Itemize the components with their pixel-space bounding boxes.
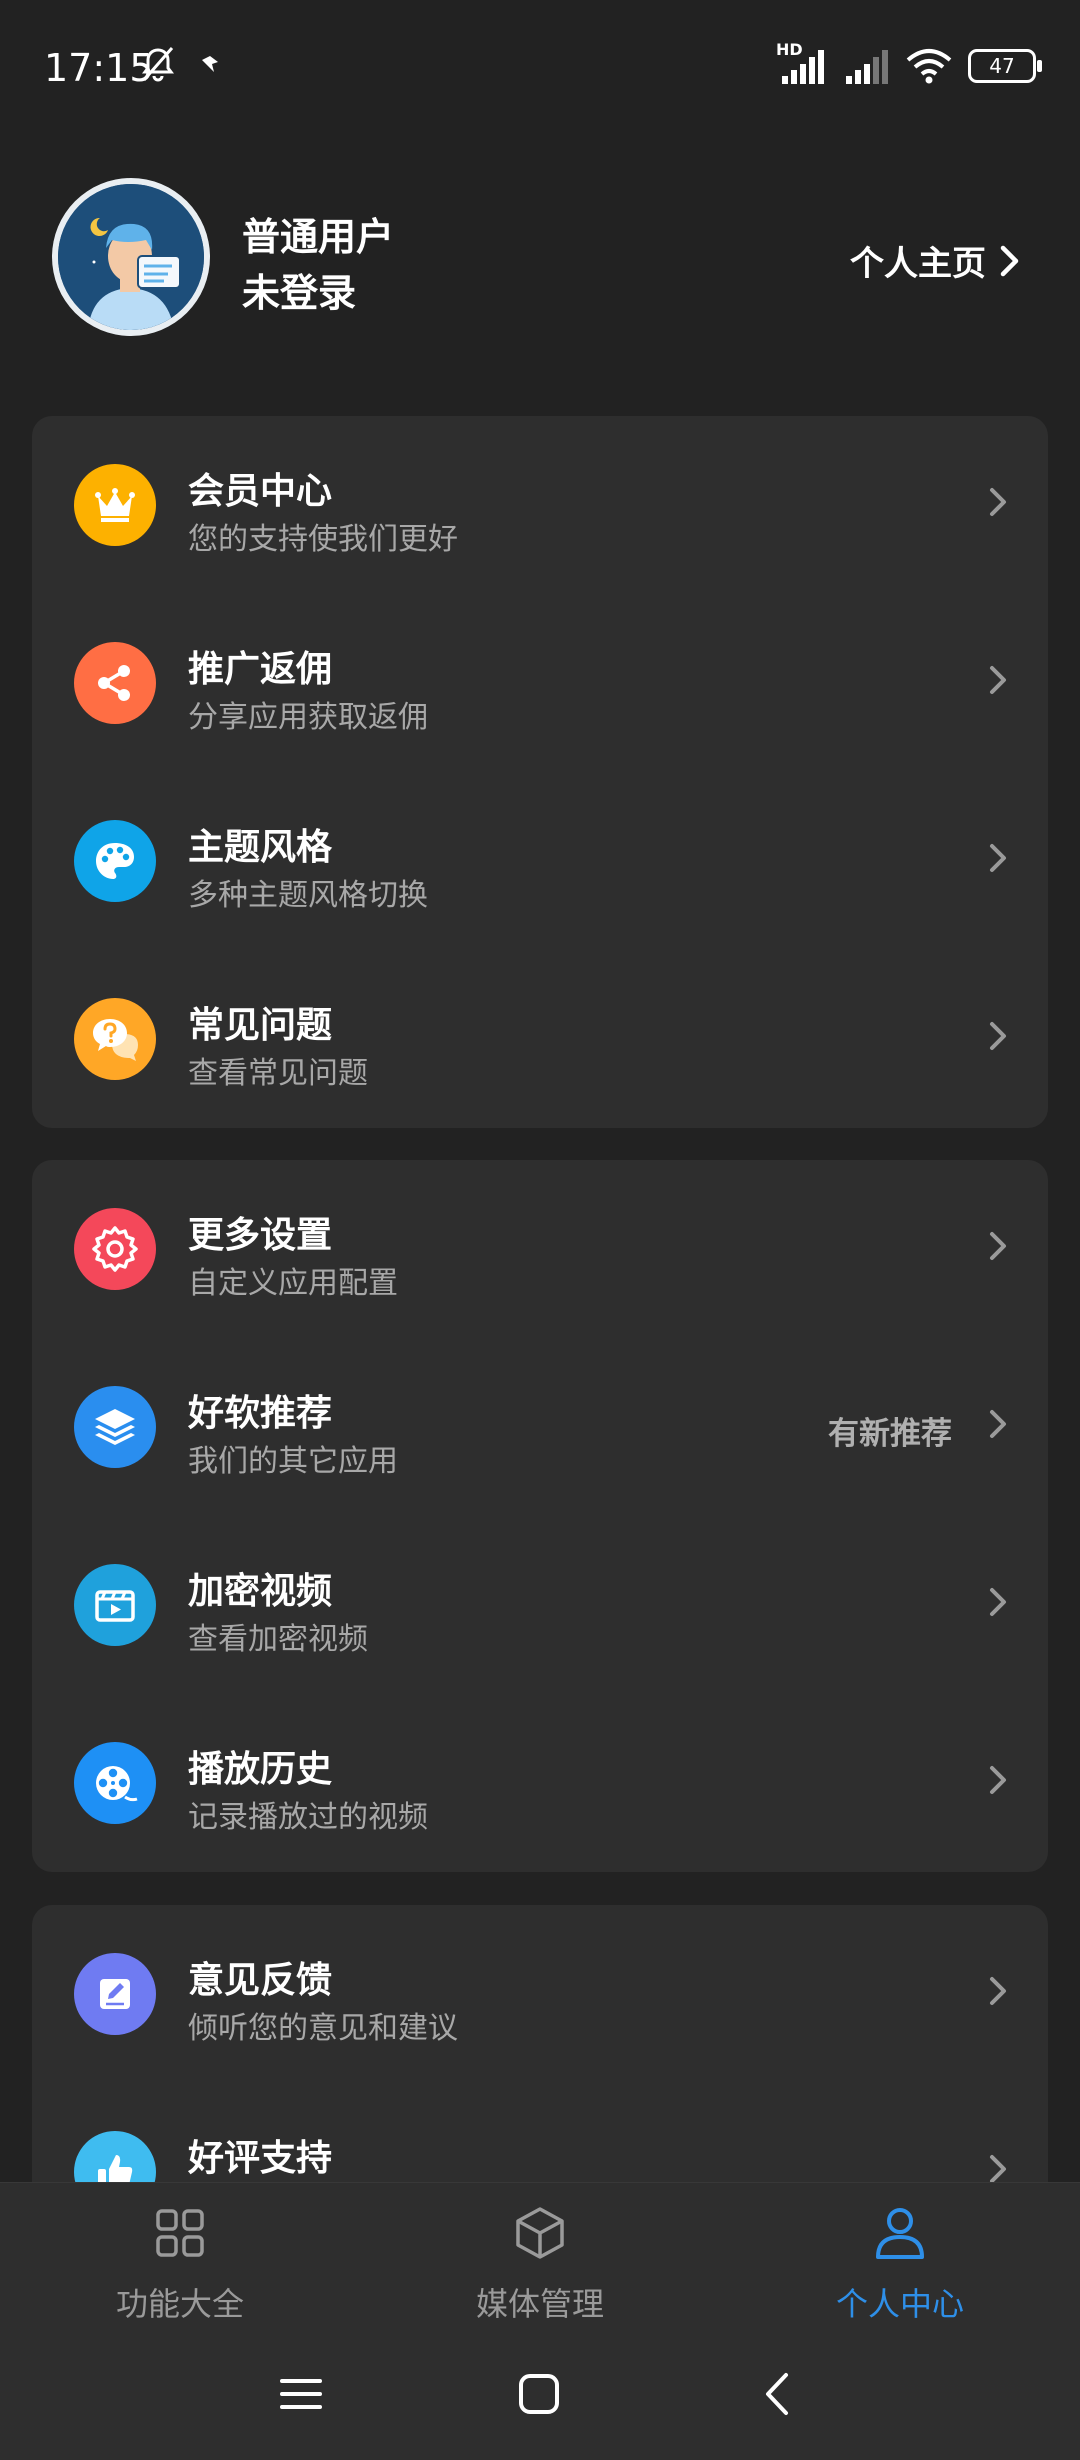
back-icon[interactable] bbox=[756, 2371, 802, 2417]
menu-item-play-history[interactable]: 播放历史 记录播放过的视频 bbox=[32, 1694, 1048, 1872]
chevron-right-icon bbox=[990, 1232, 1006, 1260]
menu-item-title: 意见反馈 bbox=[188, 1960, 333, 2001]
menu-item-subtitle: 查看常见问题 bbox=[188, 1056, 368, 1091]
menu-item-title: 主题风格 bbox=[188, 827, 333, 868]
menu-item-subtitle: 自定义应用配置 bbox=[188, 1266, 398, 1301]
tab-label: 个人中心 bbox=[835, 2285, 964, 2323]
status-right-icons: HD 47 bbox=[776, 40, 1042, 86]
menu-item-subtitle: 我们的其它应用 bbox=[188, 1444, 398, 1479]
person-icon bbox=[876, 2208, 924, 2259]
menu-item-title: 常见问题 bbox=[188, 1005, 333, 1046]
menu-item-theme[interactable]: 主题风格 多种主题风格切换 bbox=[32, 772, 1048, 950]
signal-1-icon: HD bbox=[776, 40, 826, 86]
menu-item-recommended-apps[interactable]: 好软推荐 我们的其它应用 有新推荐 bbox=[32, 1338, 1048, 1516]
question-bubble-icon-circle bbox=[74, 998, 156, 1080]
tab-profile[interactable]: 个人中心 bbox=[770, 2203, 1030, 2325]
layers-icon bbox=[95, 1409, 135, 1445]
cube-icon bbox=[516, 2207, 564, 2259]
home-square-icon[interactable] bbox=[516, 2371, 562, 2417]
tab-media[interactable]: 媒体管理 bbox=[410, 2203, 670, 2325]
crown-icon-circle bbox=[74, 464, 156, 546]
status-notification-icons bbox=[138, 44, 222, 84]
menu-item-title: 好软推荐 bbox=[188, 1393, 333, 1434]
menu-item-faq[interactable]: 常见问题 查看常见问题 bbox=[32, 950, 1048, 1128]
menu-item-title: 加密视频 bbox=[188, 1571, 333, 1612]
chevron-right-icon bbox=[990, 1410, 1006, 1438]
avatar-illustration-icon bbox=[58, 184, 204, 330]
video-clapper-icon-circle bbox=[74, 1564, 156, 1646]
chevron-right-icon bbox=[990, 1766, 1006, 1794]
user-name: 普通用户 bbox=[242, 215, 395, 259]
edit-note-icon-circle bbox=[74, 1953, 156, 2035]
menu-item-title: 好评支持 bbox=[188, 2138, 333, 2179]
homepage-link-label: 个人主页 bbox=[850, 244, 986, 284]
homepage-link[interactable]: 个人主页 bbox=[850, 236, 1022, 285]
bell-muted-icon bbox=[142, 47, 174, 82]
menu-item-subtitle: 多种主题风格切换 bbox=[188, 878, 428, 913]
menu-item-encrypted-videos[interactable]: 加密视频 查看加密视频 bbox=[32, 1516, 1048, 1694]
menu-item-title: 更多设置 bbox=[188, 1215, 333, 1256]
chevron-right-icon bbox=[990, 1588, 1006, 1616]
menu-card-app: 更多设置 自定义应用配置 好软推荐 我们的其它应用 有新推荐 加密视频 查看加密… bbox=[32, 1160, 1048, 1872]
chevron-right-icon bbox=[990, 1977, 1006, 2005]
profile-header: 普通用户 未登录 个人主页 bbox=[0, 170, 1080, 370]
chevron-right-icon bbox=[990, 488, 1006, 516]
menu-item-title: 播放历史 bbox=[188, 1749, 333, 1790]
tab-label: 媒体管理 bbox=[475, 2285, 604, 2323]
share-icon bbox=[98, 665, 130, 701]
palette-icon-circle bbox=[74, 820, 156, 902]
crown-icon bbox=[95, 488, 135, 522]
menu-item-title: 会员中心 bbox=[188, 471, 333, 512]
gear-icon bbox=[92, 1226, 138, 1272]
chevron-right-icon bbox=[990, 1022, 1006, 1050]
film-reel-icon-circle bbox=[74, 1742, 156, 1824]
battery-indicator: 47 bbox=[968, 49, 1042, 83]
system-navigation-bar bbox=[0, 2337, 1080, 2460]
menu-item-subtitle: 查看加密视频 bbox=[188, 1622, 368, 1657]
menu-item-subtitle: 分享应用获取返佣 bbox=[188, 700, 428, 735]
film-reel-icon bbox=[96, 1766, 138, 1802]
signal-2-icon bbox=[846, 50, 888, 84]
menu-item-subtitle: 您的支持使我们更好 bbox=[188, 522, 458, 557]
gear-icon-circle bbox=[74, 1208, 156, 1290]
chevron-right-icon bbox=[1000, 245, 1019, 276]
bottom-navigation: 功能大全 媒体管理 个人中心 bbox=[0, 2182, 1080, 2338]
layers-icon-circle bbox=[74, 1386, 156, 1468]
menu-item-title: 推广返佣 bbox=[188, 649, 333, 690]
login-status[interactable]: 未登录 bbox=[242, 262, 356, 317]
app-notification-icon bbox=[202, 56, 218, 72]
tab-features[interactable]: 功能大全 bbox=[50, 2203, 310, 2325]
edit-note-icon bbox=[100, 1979, 130, 2009]
menu-item-subtitle: 记录播放过的视频 bbox=[188, 1800, 428, 1835]
tab-label: 功能大全 bbox=[115, 2285, 244, 2323]
menu-item-referral[interactable]: 推广返佣 分享应用获取返佣 bbox=[32, 594, 1048, 772]
share-icon-circle bbox=[74, 642, 156, 724]
question-bubble-icon bbox=[93, 1019, 138, 1061]
menu-item-feedback[interactable]: 意见反馈 倾听您的意见和建议 bbox=[32, 1905, 1048, 2083]
status-bar: 17:15 HD 47 bbox=[0, 0, 1080, 140]
video-clapper-icon bbox=[95, 1590, 135, 1622]
wifi-icon bbox=[906, 49, 952, 84]
chevron-right-icon bbox=[990, 666, 1006, 694]
grid-icon bbox=[156, 2209, 204, 2257]
menu-icon[interactable] bbox=[278, 2371, 324, 2417]
avatar[interactable] bbox=[52, 178, 210, 336]
palette-icon bbox=[96, 843, 134, 879]
menu-item-subtitle: 倾听您的意见和建议 bbox=[188, 2011, 458, 2046]
menu-item-membership[interactable]: 会员中心 您的支持使我们更好 bbox=[32, 416, 1048, 594]
menu-card-account: 会员中心 您的支持使我们更好 推广返佣 分享应用获取返佣 主题风格 多种主题风格… bbox=[32, 416, 1048, 1128]
new-recommendation-badge: 有新推荐 bbox=[828, 1416, 952, 1452]
chevron-right-icon bbox=[990, 844, 1006, 872]
menu-item-settings[interactable]: 更多设置 自定义应用配置 bbox=[32, 1160, 1048, 1338]
